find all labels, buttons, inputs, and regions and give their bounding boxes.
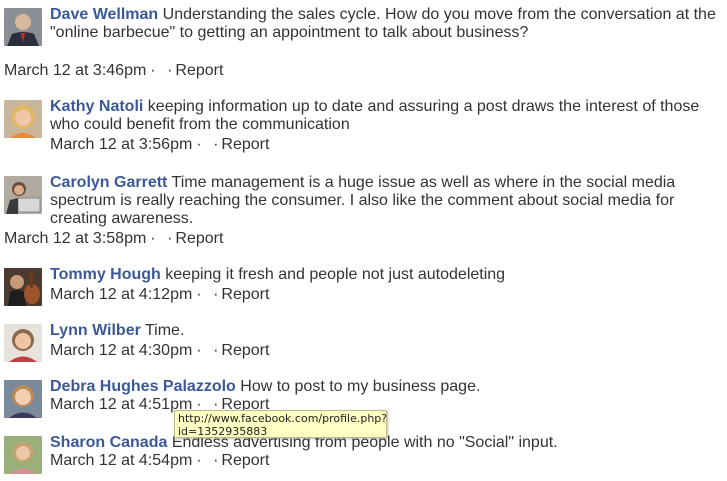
comment-meta: March 12 at 3:56pm · · Report (50, 136, 269, 154)
separator: · (167, 62, 173, 79)
separator: · (213, 452, 219, 469)
separator: · (150, 62, 156, 79)
report-link[interactable]: Report (221, 136, 269, 153)
woman-portrait-avatar[interactable] (4, 380, 42, 418)
blonde-woman-avatar[interactable] (4, 100, 42, 138)
report-link[interactable]: Report (221, 452, 269, 469)
comment-timestamp[interactable]: March 12 at 3:58pm (4, 230, 146, 247)
separator: · (167, 230, 173, 247)
comment-author-link[interactable]: Lynn Wilber (50, 322, 141, 339)
comment-author-link[interactable]: Kathy Natoli (50, 98, 143, 115)
comment-author-link[interactable]: Carolyn Garrett (50, 174, 167, 191)
comment-meta: March 12 at 4:12pm · · Report (50, 286, 269, 304)
separator: · (196, 136, 202, 153)
comment-timestamp[interactable]: March 12 at 3:56pm (50, 136, 192, 153)
comment-author-link[interactable]: Sharon Canada (50, 434, 167, 451)
separator: · (196, 452, 202, 469)
comment-timestamp[interactable]: March 12 at 4:54pm (50, 452, 192, 469)
comment-author-link[interactable]: Tommy Hough (50, 266, 161, 283)
separator: · (213, 342, 219, 359)
man-with-guitar-avatar[interactable] (4, 268, 42, 306)
separator: · (196, 342, 202, 359)
comment-text: Time. (144, 322, 185, 339)
report-link[interactable]: Report (175, 230, 223, 247)
comment-text: How to post to my business page. (240, 378, 481, 395)
comment-timestamp[interactable]: March 12 at 3:46pm (4, 62, 146, 79)
comment-text: keeping it fresh and people not just aut… (165, 266, 506, 283)
comment-author-link[interactable]: Debra Hughes Palazzolo (50, 378, 236, 395)
separator: · (150, 230, 156, 247)
comment-meta: March 12 at 3:46pm · · Report (4, 62, 223, 80)
comment-timestamp[interactable]: March 12 at 4:12pm (50, 286, 192, 303)
report-link[interactable]: Report (221, 342, 269, 359)
report-link[interactable]: Report (175, 62, 223, 79)
separator: · (213, 136, 219, 153)
man-in-suit-avatar[interactable] (4, 8, 42, 46)
comment-author-link[interactable]: Dave Wellman (50, 6, 158, 23)
comment-text: keeping information up to date and assur… (50, 98, 700, 133)
woman-smiling-avatar[interactable] (4, 324, 42, 362)
comment-timestamp[interactable]: March 12 at 4:51pm (50, 396, 192, 413)
link-url-tooltip: http://www.facebook.com/profile.php?id=1… (174, 410, 387, 438)
separator: · (213, 286, 219, 303)
comment-timestamp[interactable]: March 12 at 4:30pm (50, 342, 192, 359)
report-link[interactable]: Report (221, 286, 269, 303)
woman-with-laptop-avatar[interactable] (4, 176, 42, 214)
comment-meta: March 12 at 4:54pm · · Report (50, 452, 269, 470)
separator: · (196, 286, 202, 303)
comment-meta: March 12 at 3:58pm · · Report (4, 230, 223, 248)
comment-meta: March 12 at 4:30pm · · Report (50, 342, 269, 360)
woman-outdoors-avatar[interactable] (4, 436, 42, 474)
